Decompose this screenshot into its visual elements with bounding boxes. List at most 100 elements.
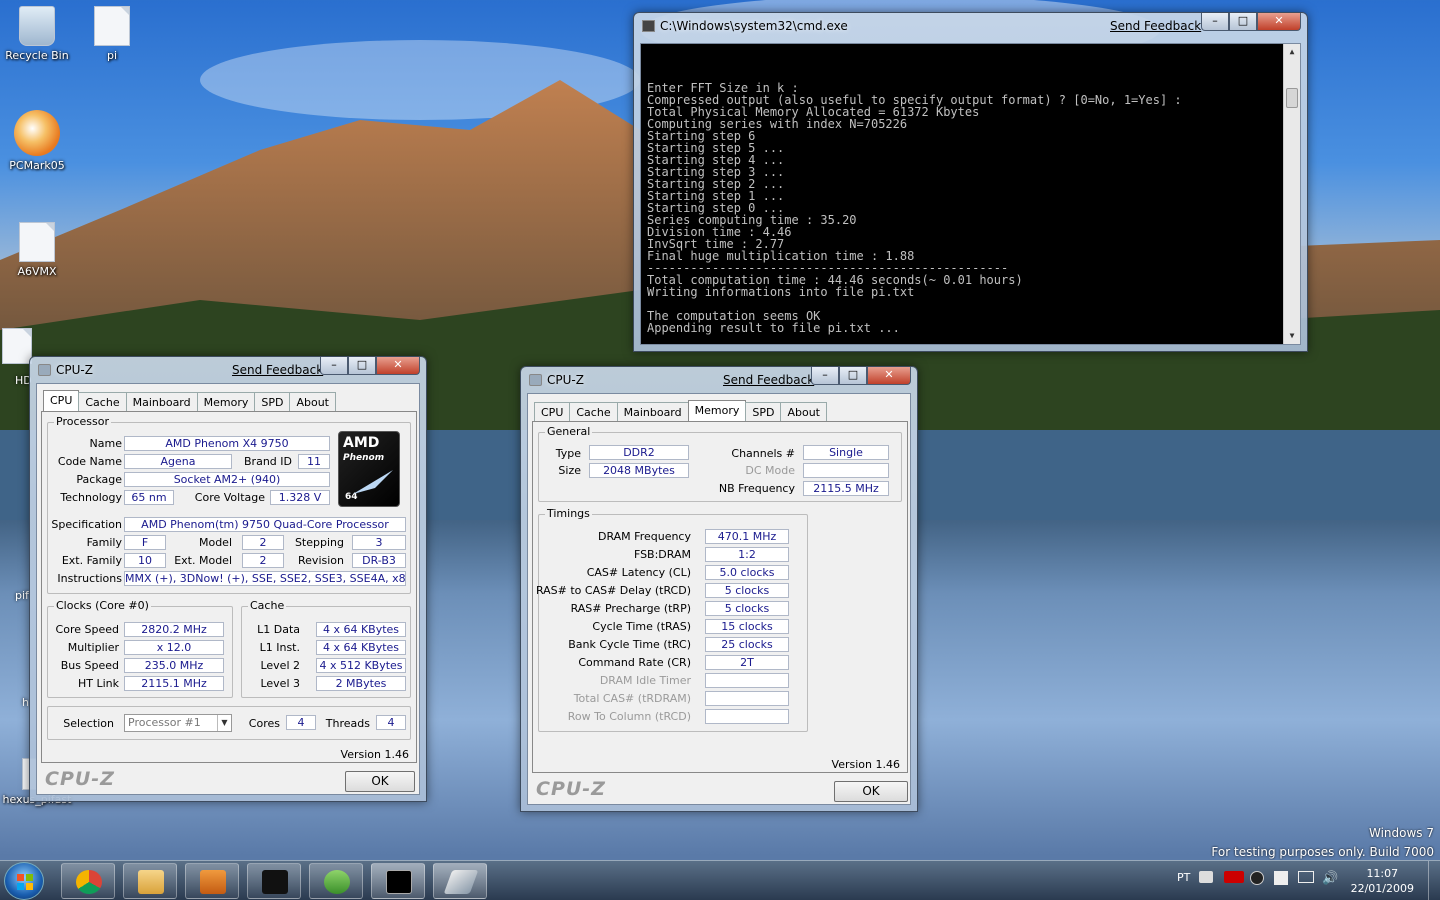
selection-label: Selection xyxy=(63,717,114,730)
tab-about[interactable]: About xyxy=(780,402,827,422)
version-label: Version 1.46 xyxy=(831,758,900,771)
action-center-icon[interactable] xyxy=(1274,871,1288,885)
language-indicator[interactable]: PT xyxy=(1177,871,1190,884)
minimize-button[interactable]: – xyxy=(320,357,348,375)
level2-value: 4 x 512 KBytes xyxy=(316,658,406,673)
dcmode-label: DC Mode xyxy=(745,464,795,477)
level3-value: 2 MBytes xyxy=(316,676,406,691)
tab-spd[interactable]: SPD xyxy=(254,392,291,412)
cpuz-titlebar[interactable]: CPU-Z Send Feedback – □ ✕ xyxy=(521,367,917,393)
threads-value: 4 xyxy=(376,715,406,730)
tab-about[interactable]: About xyxy=(289,392,336,412)
spec-value: AMD Phenom(tm) 9750 Quad-Core Processor xyxy=(124,517,406,532)
scroll-thumb[interactable] xyxy=(1286,88,1298,108)
model-label: Model xyxy=(198,536,232,549)
tab-mainboard[interactable]: Mainboard xyxy=(616,402,689,422)
maximize-button[interactable]: □ xyxy=(839,367,867,385)
cmd-window[interactable]: C:\Windows\system32\cmd.exe Send Feedbac… xyxy=(633,12,1308,352)
tab-mainboard[interactable]: Mainboard xyxy=(125,392,198,412)
console-output[interactable]: Enter FFT Size in k : Compressed output (… xyxy=(640,43,1301,345)
chrome-icon xyxy=(76,870,102,894)
selection-row: Selection Processor #1 ▼ Cores 4 Threads… xyxy=(47,706,411,740)
vertical-scrollbar[interactable]: ▲ ▼ xyxy=(1283,44,1300,344)
close-button[interactable]: ✕ xyxy=(1257,13,1301,31)
tab-cache[interactable]: Cache xyxy=(569,402,618,422)
timing-label: Row To Column (tRCD) xyxy=(567,710,691,723)
console-line: Appending result to file pi.txt ... xyxy=(647,321,900,335)
cpuz-window-memory[interactable]: CPU-Z Send Feedback – □ ✕ CPU Cache Main… xyxy=(520,366,918,812)
timing-label: Command Rate (CR) xyxy=(578,656,691,669)
technology-value: 65 nm xyxy=(124,490,174,505)
system-clock[interactable]: 11:07 22/01/2009 xyxy=(1351,866,1414,896)
chevron-down-icon[interactable]: ▼ xyxy=(217,715,231,731)
start-button[interactable] xyxy=(4,862,44,900)
show-desktop-button[interactable] xyxy=(1428,861,1440,900)
window-title: C:\Windows\system32\cmd.exe xyxy=(660,19,848,33)
taskbar-cmd-button[interactable] xyxy=(371,863,425,899)
brandid-value: 11 xyxy=(298,454,330,469)
size-label: Size xyxy=(558,464,581,477)
desktop-icon-recycle-bin[interactable]: Recycle Bin xyxy=(2,6,72,62)
send-feedback-link[interactable]: Send Feedback xyxy=(1110,19,1201,33)
send-feedback-link[interactable]: Send Feedback xyxy=(232,363,323,377)
minimize-button[interactable]: – xyxy=(1201,13,1229,31)
taskbar-messenger-button[interactable] xyxy=(309,863,363,899)
processor-select[interactable]: Processor #1 ▼ xyxy=(124,714,232,732)
close-button[interactable]: ✕ xyxy=(376,357,420,375)
taskbar-mediaplayer-button[interactable] xyxy=(185,863,239,899)
ati-icon[interactable] xyxy=(1224,871,1244,883)
desktop-icon-label-h: h xyxy=(22,696,29,709)
timing-label: DRAM Idle Timer xyxy=(599,674,691,687)
network-icon[interactable] xyxy=(1298,871,1314,883)
tab-memory[interactable]: Memory xyxy=(687,400,747,422)
scroll-up-icon[interactable]: ▲ xyxy=(1284,46,1300,58)
keyboard-icon[interactable] xyxy=(1199,871,1213,883)
brandid-label: Brand ID xyxy=(244,455,292,468)
ok-button[interactable]: OK xyxy=(834,781,908,802)
timing-value: 5 clocks xyxy=(705,583,789,598)
ok-button[interactable]: OK xyxy=(345,771,415,792)
extfamily-label: Ext. Family xyxy=(61,554,122,567)
timing-value xyxy=(705,673,789,688)
tab-cache[interactable]: Cache xyxy=(78,392,127,412)
cmd-titlebar[interactable]: C:\Windows\system32\cmd.exe Send Feedbac… xyxy=(634,13,1307,39)
desktop-icon-pcmark05[interactable]: PCMark05 xyxy=(2,110,72,172)
maximize-button[interactable]: □ xyxy=(1229,13,1257,31)
tab-spd[interactable]: SPD xyxy=(745,402,782,422)
maximize-button[interactable]: □ xyxy=(348,357,376,375)
group-title: Clocks (Core #0) xyxy=(54,599,151,612)
steam-tray-icon[interactable] xyxy=(1250,871,1264,885)
send-feedback-link[interactable]: Send Feedback xyxy=(723,373,814,387)
type-label: Type xyxy=(555,447,581,460)
type-value: DDR2 xyxy=(589,445,689,460)
cpuz-window-cpu[interactable]: CPU-Z Send Feedback – □ ✕ CPU Cache Main… xyxy=(29,356,427,802)
console-line: Writing informations into file pi.txt xyxy=(647,285,915,299)
taskbar-explorer-button[interactable] xyxy=(123,863,177,899)
tab-cpu[interactable]: CPU xyxy=(43,390,80,412)
minimize-button[interactable]: – xyxy=(811,367,839,385)
taskbar: PT 🔊 11:07 22/01/2009 xyxy=(0,860,1440,900)
taskbar-chrome-button[interactable] xyxy=(61,863,115,899)
threads-label: Threads xyxy=(325,717,370,730)
windows-watermark-line1: Windows 7 xyxy=(1368,826,1434,840)
desktop-icon-hd[interactable] xyxy=(2,328,32,367)
tab-cpu[interactable]: CPU xyxy=(534,402,571,422)
desktop-icon-pi[interactable]: pi xyxy=(77,6,147,62)
codename-label: Code Name xyxy=(57,455,122,468)
corespeed-value: 2820.2 MHz xyxy=(124,622,224,637)
timings-group: Timings DRAM Frequency 470.1 MHz FSB:DRAM 1… xyxy=(536,507,808,732)
taskbar-cpuz-button[interactable] xyxy=(433,863,487,899)
timing-value xyxy=(705,691,789,706)
scroll-down-icon[interactable]: ▼ xyxy=(1284,330,1300,342)
desktop-icon-a6vmx[interactable]: A6VMX xyxy=(2,222,72,278)
cores-value: 4 xyxy=(286,715,316,730)
taskbar-steam-button[interactable] xyxy=(247,863,301,899)
family-label: Family xyxy=(86,536,122,549)
close-button[interactable]: ✕ xyxy=(867,367,911,385)
cpuz-titlebar[interactable]: CPU-Z Send Feedback – □ ✕ xyxy=(30,357,426,383)
cpuz-brand-logo: CPU-Z xyxy=(536,778,606,800)
volume-icon[interactable]: 🔊 xyxy=(1322,871,1338,886)
model-value: 2 xyxy=(242,535,284,550)
tab-memory[interactable]: Memory xyxy=(196,392,256,412)
busspeed-label: Bus Speed xyxy=(60,659,119,672)
